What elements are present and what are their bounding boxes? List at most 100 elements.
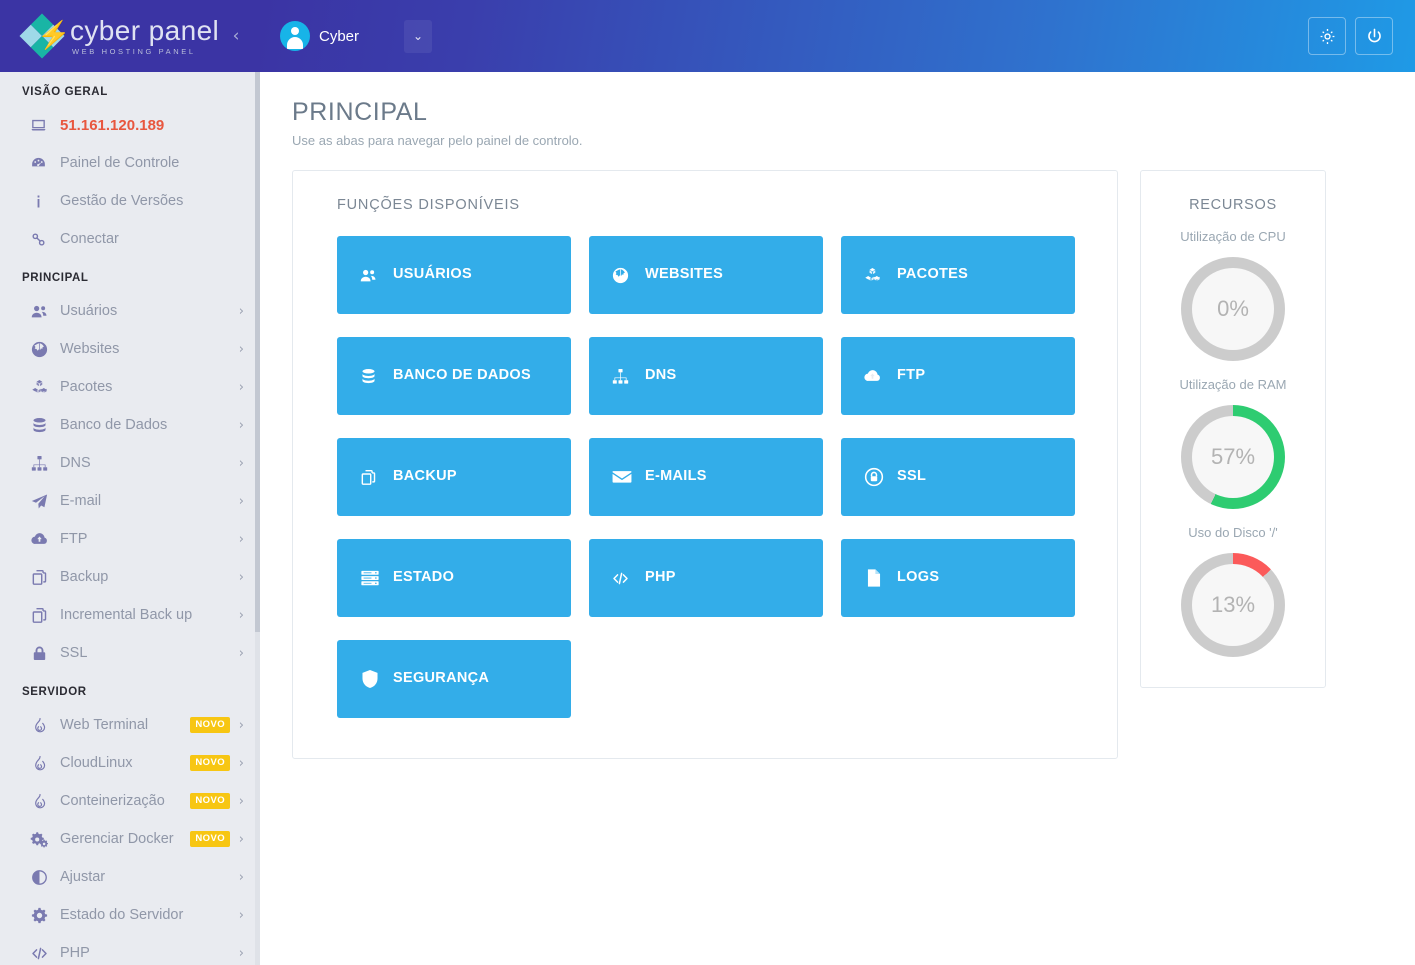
sidebar-item-estado-do-servidor[interactable]: Estado do Servidor › [0, 896, 260, 934]
sidebar-group-heading: SERVIDOR [22, 686, 87, 698]
fire-icon [30, 792, 60, 811]
gauge-value: 0% [1217, 296, 1249, 321]
gauge-inner: 0% [1192, 268, 1274, 350]
sidebar-item-label: Gestão de Versões [60, 193, 184, 209]
topbar: Cyber ⌄ [260, 0, 1415, 72]
tile-label: USUÁRIOS [393, 266, 472, 283]
sidebar-item-label: SSL [60, 645, 88, 661]
logout-button[interactable] [1355, 17, 1393, 55]
new-badge: NOVO [190, 755, 230, 771]
gauge-utiliza-o-de-cpu: Utilização de CPU 0% [1141, 229, 1325, 361]
topbar-actions [1308, 17, 1393, 55]
copy-icon [30, 568, 60, 587]
tile-ssl[interactable]: SSL [841, 438, 1075, 516]
paper-plane-icon [30, 492, 60, 511]
tile-banco-de-dados[interactable]: BANCO DE DADOS [337, 337, 571, 415]
sidebar-item-web-terminal[interactable]: Web Terminal NOVO › [0, 706, 260, 744]
available-functions-card: FUNÇÕES DISPONÍVEIS USUÁRIOS WEBSITES PACO… [292, 170, 1118, 759]
sidebar-item-painel-de-controle[interactable]: Painel de Controle [0, 144, 260, 182]
users-icon [359, 266, 393, 285]
chevron-right-icon: › [238, 417, 244, 433]
sidebar-item-ftp[interactable]: FTP › [0, 520, 260, 558]
database-icon [359, 367, 393, 386]
tile-label: PACOTES [897, 266, 969, 283]
sidebar-item-label: Banco de Dados [60, 417, 168, 433]
sidebar-item-conteineriza-o[interactable]: Conteinerização NOVO › [0, 782, 260, 820]
sidebar-item-usu-rios[interactable]: Usuários › [0, 292, 260, 330]
tile-e-mails[interactable]: E-MAILS [589, 438, 823, 516]
tile-label: BANCO DE DADOS [393, 367, 531, 384]
brand-name: cyber panel [70, 14, 220, 46]
tile-label: LOGS [897, 569, 940, 586]
user-menu[interactable]: Cyber [280, 21, 359, 51]
fire-icon [30, 716, 60, 735]
tile-usu-rios[interactable]: USUÁRIOS [337, 236, 571, 314]
sidebar-item-label: Conectar [60, 231, 119, 247]
tile-logs[interactable]: LOGS [841, 539, 1075, 617]
sidebar-item-label: Websites [60, 341, 120, 357]
sidebar-item-backup[interactable]: Backup › [0, 558, 260, 596]
dashboard-icon [30, 155, 60, 172]
sidebar-item-ssl[interactable]: SSL › [0, 634, 260, 672]
user-dropdown-button[interactable]: ⌄ [404, 19, 433, 53]
lock-icon [30, 644, 60, 663]
sidebar-item-php[interactable]: PHP › [0, 934, 260, 965]
sidebar-item-label: Incremental Back up [60, 607, 193, 623]
sidebar-item-ajustar[interactable]: Ajustar › [0, 858, 260, 896]
chevron-right-icon: › [238, 907, 244, 923]
tile-label: WEBSITES [645, 266, 724, 283]
tile-pacotes[interactable]: PACOTES [841, 236, 1075, 314]
tile-label: SEGURANÇA [393, 670, 490, 687]
tile-php[interactable]: PHP [589, 539, 823, 617]
sidebar-item-label: Conteinerização [60, 793, 165, 809]
avatar [280, 21, 310, 51]
sidebar-item-cloudlinux[interactable]: CloudLinux NOVO › [0, 744, 260, 782]
chevron-right-icon: › [238, 831, 244, 847]
chevron-right-icon: › [238, 455, 244, 471]
sidebar: ⚡ cyber panel WEB HOSTING PANEL ‹ VISÃO … [0, 0, 260, 965]
page-header: PRINCIPAL Use as abas para navegar pelo … [260, 72, 1415, 148]
tile-label: BACKUP [393, 468, 457, 485]
gauge-inner: 57% [1192, 416, 1274, 498]
sidebar-item-dns[interactable]: DNS › [0, 444, 260, 482]
new-badge: NOVO [190, 793, 230, 809]
sidebar-item-label: DNS [60, 455, 91, 471]
tile-label: E-MAILS [645, 468, 707, 485]
sidebar-item-banco-de-dados[interactable]: Banco de Dados › [0, 406, 260, 444]
file-icon [863, 567, 897, 589]
sidebar-item-gest-o-de-vers-es[interactable]: Gestão de Versões [0, 182, 260, 220]
tile-seguran-a[interactable]: SEGURANÇA [337, 640, 571, 718]
sidebar-logo-bar[interactable]: ⚡ cyber panel WEB HOSTING PANEL ‹ [0, 0, 260, 72]
power-icon [1365, 27, 1384, 46]
tile-ftp[interactable]: FTP [841, 337, 1075, 415]
chevron-right-icon: › [238, 569, 244, 585]
tile-websites[interactable]: WEBSITES [589, 236, 823, 314]
sitemap-icon [30, 454, 60, 473]
sidebar-item-label: Pacotes [60, 379, 113, 395]
sidebar-collapse-button[interactable]: ‹ [226, 26, 246, 46]
sidebar-item-gerenciar-docker[interactable]: Gerenciar Docker NOVO › [0, 820, 260, 858]
main-content: PRINCIPAL Use as abas para navegar pelo … [260, 72, 1415, 965]
chevron-right-icon: › [238, 755, 244, 771]
gauge-list: Utilização de CPU 0% Utilização de RAM 57% U… [1141, 229, 1325, 657]
sidebar-item-pacotes[interactable]: Pacotes › [0, 368, 260, 406]
sidebar-nav: VISÃO GERAL 51.161.120.189 Painel de Contr… [0, 72, 260, 965]
gauge-caption: Utilização de CPU [1180, 229, 1286, 244]
packages-icon [30, 378, 60, 397]
tile-dns[interactable]: DNS [589, 337, 823, 415]
sidebar-item-label: CloudLinux [60, 755, 133, 771]
chevron-down-icon: ⌄ [412, 29, 424, 43]
tile-estado[interactable]: ESTADO [337, 539, 571, 617]
tile-label: DNS [645, 367, 677, 384]
settings-button[interactable] [1308, 17, 1346, 55]
sidebar-item-51-161-120-189[interactable]: 51.161.120.189 [0, 106, 260, 144]
gauge-inner: 13% [1192, 564, 1274, 646]
sidebar-item-conectar[interactable]: Conectar [0, 220, 260, 258]
chevron-right-icon: › [238, 607, 244, 623]
chevron-right-icon: › [238, 379, 244, 395]
cloud-upload-icon [30, 530, 60, 549]
sidebar-item-incremental-back-up[interactable]: Incremental Back up › [0, 596, 260, 634]
sidebar-item-websites[interactable]: Websites › [0, 330, 260, 368]
sidebar-item-e-mail[interactable]: E-mail › [0, 482, 260, 520]
tile-backup[interactable]: BACKUP [337, 438, 571, 516]
